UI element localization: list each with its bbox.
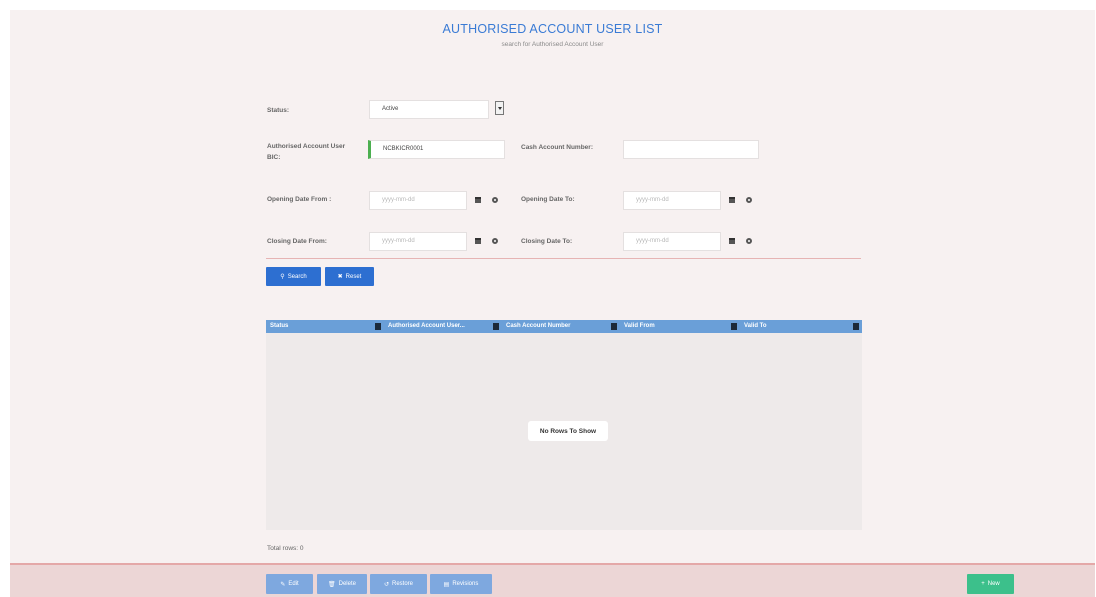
- closing-to-label: Closing Date To:: [521, 238, 573, 245]
- column-menu-icon[interactable]: [611, 323, 617, 330]
- reset-button-label: Reset: [345, 273, 362, 280]
- trash-icon: 🗑: [328, 581, 336, 588]
- restore-button[interactable]: ↺ Restore: [370, 574, 427, 594]
- status-select[interactable]: Active: [369, 100, 489, 119]
- bic-label: Authorised Account User BIC:: [267, 143, 346, 161]
- closing-to-input[interactable]: yyyy-mm-dd: [623, 232, 721, 251]
- calendar-icon[interactable]: [724, 191, 739, 209]
- column-menu-icon[interactable]: [853, 323, 859, 330]
- delete-button[interactable]: 🗑 Delete: [317, 574, 367, 594]
- results-grid: Status Authorised Account User... Cash A…: [266, 320, 862, 530]
- plus-icon: +: [981, 581, 985, 587]
- total-rows: Total rows: 0: [267, 545, 304, 552]
- reset-button[interactable]: ✖ Reset: [325, 267, 374, 286]
- status-label: Status:: [267, 107, 290, 114]
- new-button[interactable]: + New: [967, 574, 1014, 594]
- calendar-icon[interactable]: [724, 232, 739, 250]
- column-header-label: Valid To: [744, 323, 767, 329]
- new-button-label: New: [987, 581, 1000, 587]
- gear-icon[interactable]: [487, 191, 502, 209]
- opening-from-label: Opening Date From :: [267, 196, 332, 203]
- closing-from-input[interactable]: yyyy-mm-dd: [369, 232, 467, 251]
- calendar-icon[interactable]: [470, 191, 485, 209]
- search-button-label: Search: [287, 273, 307, 280]
- column-header[interactable]: Authorised Account User...: [384, 320, 502, 333]
- column-menu-icon[interactable]: [731, 323, 737, 330]
- edit-icon: ✎: [280, 581, 286, 588]
- search-icon: ⚲: [280, 274, 285, 280]
- revisions-icon: ▤: [443, 581, 450, 588]
- cash-account-label: Cash Account Number:: [521, 144, 593, 151]
- page-body: AUTHORISED ACCOUNT USER LIST search for …: [10, 10, 1095, 597]
- form-divider: [266, 258, 861, 259]
- column-header-label: Authorised Account User...: [388, 323, 465, 329]
- delete-button-label: Delete: [338, 581, 356, 587]
- opening-from-input[interactable]: yyyy-mm-dd: [369, 191, 467, 210]
- grid-header: Status Authorised Account User... Cash A…: [266, 320, 862, 333]
- edit-button-label: Edit: [288, 581, 299, 587]
- revisions-button-label: Revisions: [452, 581, 479, 587]
- column-header[interactable]: Valid To: [740, 320, 862, 333]
- column-header-label: Valid From: [624, 323, 655, 329]
- chevron-down-icon[interactable]: [495, 101, 504, 115]
- gear-icon[interactable]: [741, 191, 756, 209]
- edit-button[interactable]: ✎ Edit: [266, 574, 313, 594]
- calendar-icon[interactable]: [470, 232, 485, 250]
- column-header[interactable]: Valid From: [620, 320, 740, 333]
- restore-button-label: Restore: [392, 581, 414, 587]
- footer-toolbar: ✎ Edit 🗑 Delete ↺ Restore ▤ Revisions + …: [10, 563, 1095, 597]
- closing-from-label: Closing Date From:: [267, 238, 327, 245]
- column-header-label: Cash Account Number: [506, 323, 571, 329]
- search-button[interactable]: ⚲ Search: [266, 267, 321, 286]
- restore-icon: ↺: [383, 581, 389, 588]
- column-header[interactable]: Status: [266, 320, 384, 333]
- column-header-label: Status: [270, 323, 289, 329]
- close-icon: ✖: [337, 274, 343, 280]
- gear-icon[interactable]: [487, 232, 502, 250]
- page-title: AUTHORISED ACCOUNT USER LIST: [442, 22, 663, 36]
- column-menu-icon[interactable]: [493, 323, 499, 330]
- cash-account-input[interactable]: [623, 140, 759, 159]
- column-header[interactable]: Cash Account Number: [502, 320, 620, 333]
- gear-icon[interactable]: [741, 232, 756, 250]
- revisions-button[interactable]: ▤ Revisions: [430, 574, 492, 594]
- opening-to-label: Opening Date To:: [521, 196, 575, 203]
- empty-message: No Rows To Show: [528, 421, 608, 441]
- column-menu-icon[interactable]: [375, 323, 381, 330]
- opening-to-input[interactable]: yyyy-mm-dd: [623, 191, 721, 210]
- page-subtitle: search for Authorised Account User: [501, 41, 604, 48]
- bic-input[interactable]: NCBKICR0001: [368, 140, 505, 159]
